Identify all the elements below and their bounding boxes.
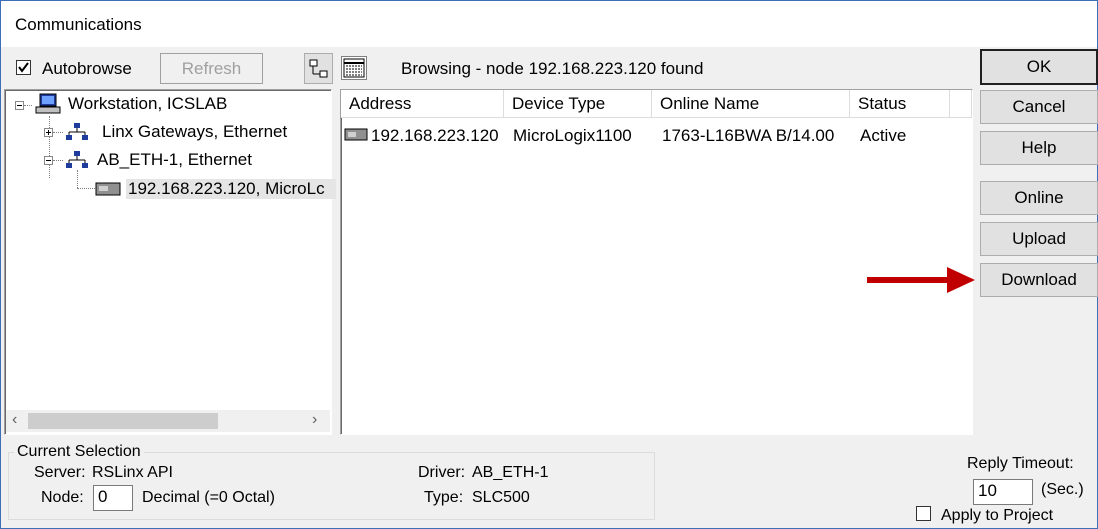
ethernet-network-icon [66,123,88,140]
autobrowse-checkbox[interactable] [16,60,31,75]
tree-item-ab-eth-1[interactable]: AB_ETH-1, Ethernet [97,150,252,170]
reply-timeout-label: Reply Timeout: [967,455,1074,472]
cell-online-name: 1763-L16BWA B/14.00 [662,126,835,145]
checkmark-icon [18,62,29,73]
scroll-left-icon[interactable]: ‹ [12,411,17,429]
current-selection-title: Current Selection [14,443,144,461]
tree-item-workstation[interactable]: Workstation, ICSLAB [68,94,227,114]
column-header-device-type[interactable]: Device Type [504,90,652,118]
autobrowse-label: Autobrowse [42,59,132,78]
expand-toggle[interactable] [44,128,53,137]
ethernet-network-icon [66,151,88,168]
cell-device-type: MicroLogix1100 [513,126,632,145]
type-label: Type: [424,489,464,506]
scrollbar-thumb[interactable] [28,413,218,429]
reply-timeout-unit: (Sec.) [1041,481,1084,498]
details-list-icon [343,58,365,78]
window-title: Communications [15,15,142,34]
communications-window: Communications Autobrowse Refresh Browsi… [0,0,1098,529]
node-input[interactable]: 0 [93,485,133,511]
server-value: RSLinx API [92,464,173,481]
column-header-address[interactable]: Address [341,90,504,118]
column-header-status[interactable]: Status [850,90,950,118]
table-row[interactable]: 192.168.223.120 MicroLogix1100 1763-L16B… [341,120,971,146]
red-arrow-icon [867,267,975,293]
title-bar: Communications [1,1,1097,47]
tree-item-linx-gateways[interactable]: Linx Gateways, Ethernet [102,122,287,142]
help-button[interactable]: Help [980,131,1098,165]
browse-mode-button[interactable] [304,53,333,84]
device-list-panel[interactable]: Address Device Type Online Name Status 1… [340,89,973,435]
tree-view-icon [309,59,328,78]
scroll-right-icon[interactable]: › [312,411,317,429]
upload-button[interactable]: Upload [980,222,1098,256]
plc-device-icon [95,182,121,196]
server-label: Server: [34,464,86,481]
cell-address: 192.168.223.120 [371,126,499,145]
type-value: SLC500 [472,489,530,506]
node-label: Node: [41,489,84,506]
online-button[interactable]: Online [980,181,1098,215]
list-view-button[interactable] [341,56,367,80]
node-format: Decimal (=0 Octal) [142,489,275,506]
cell-status: Active [860,126,907,145]
cancel-button[interactable]: Cancel [980,90,1098,124]
network-tree-panel[interactable]: Workstation, ICSLAB Linx Gateways, Ether… [4,89,336,435]
workstation-icon [35,93,61,114]
refresh-button[interactable]: Refresh [160,53,263,84]
driver-label: Driver: [418,464,466,481]
apply-to-project-checkbox[interactable] [916,506,931,521]
tree-item-device[interactable]: 192.168.223.120, MicroLc [126,179,336,199]
reply-timeout-input[interactable]: 10 [973,479,1033,505]
ok-button[interactable]: OK [980,49,1098,85]
driver-value: AB_ETH-1 [472,464,549,481]
download-button[interactable]: Download [980,263,1098,297]
column-header-empty [950,90,972,118]
horizontal-scrollbar[interactable]: ‹ › [6,410,330,432]
apply-to-project-label: Apply to Project [941,507,1054,524]
browse-status-text: Browsing - node 192.168.223.120 found [401,59,704,78]
column-header-online-name[interactable]: Online Name [652,90,850,118]
collapse-toggle[interactable] [15,101,24,110]
collapse-toggle[interactable] [44,156,53,165]
plc-device-icon [344,128,368,141]
